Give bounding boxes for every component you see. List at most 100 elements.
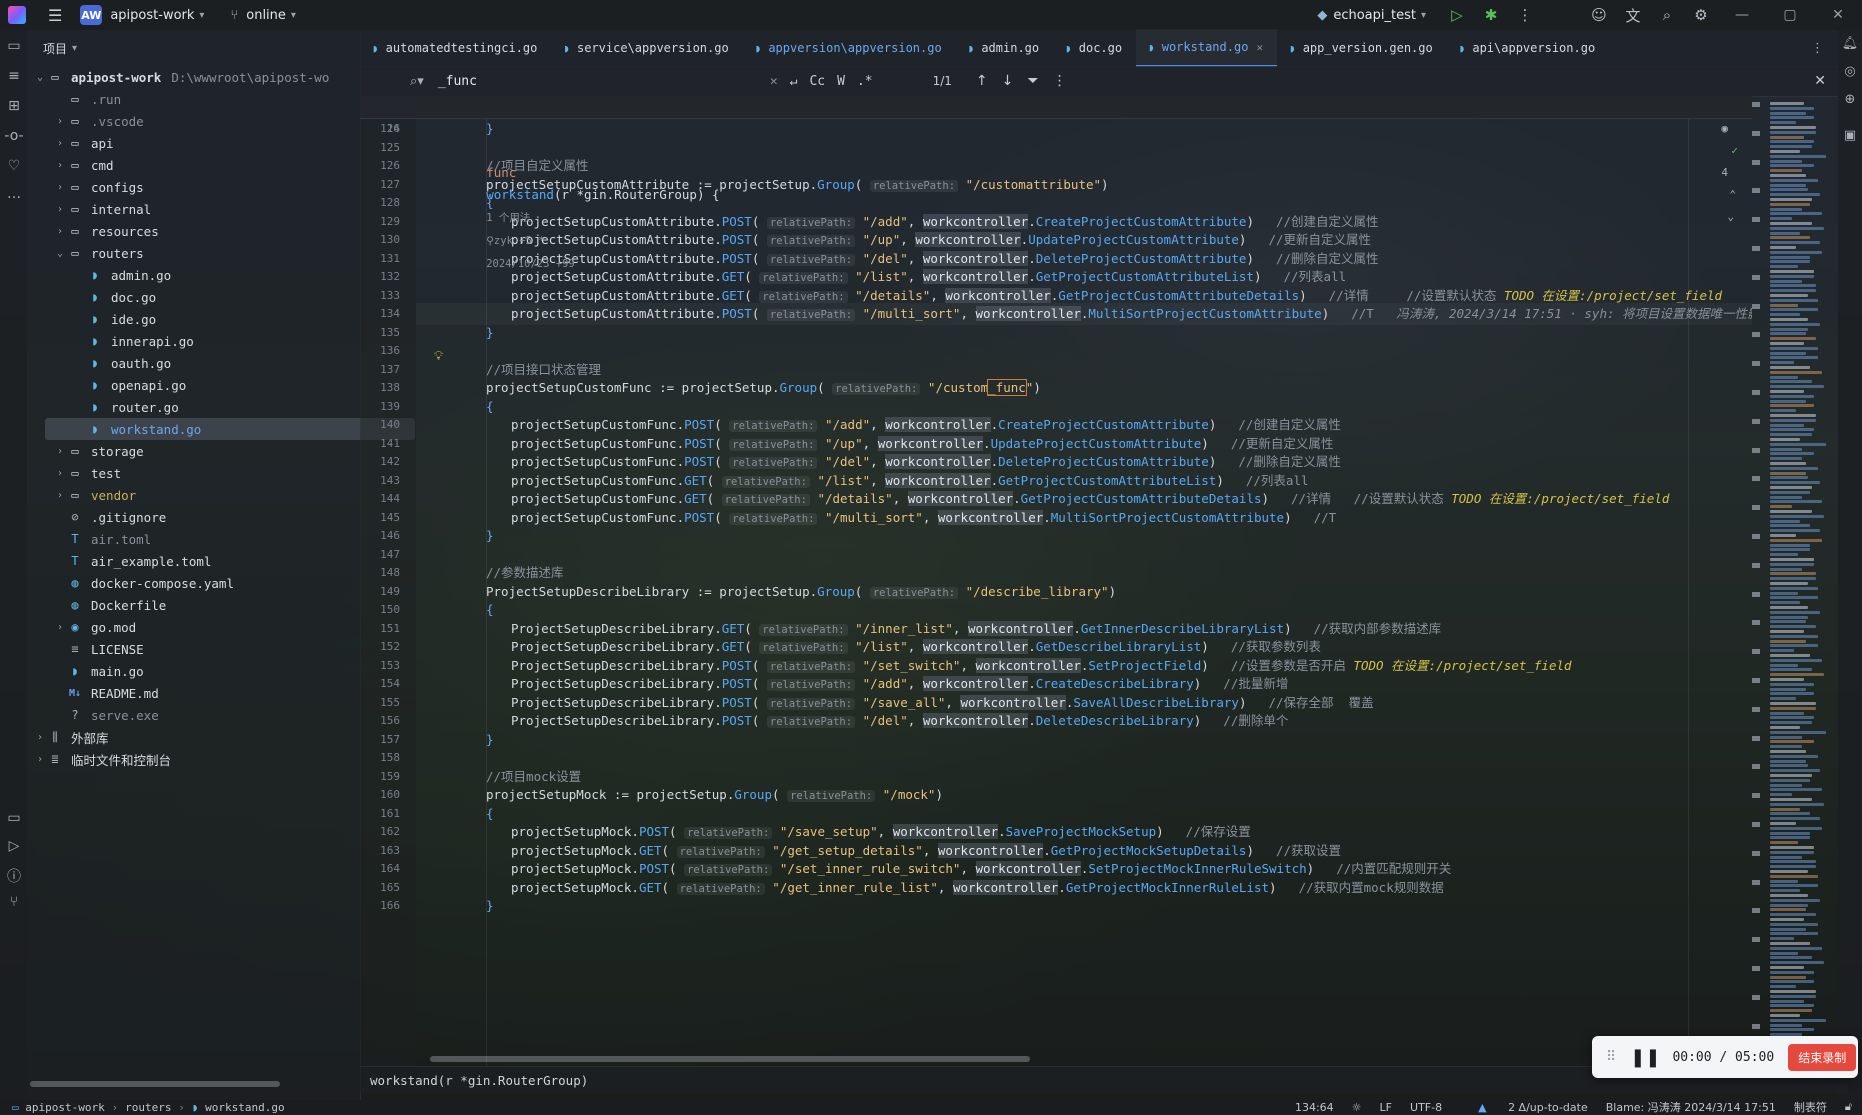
services-icon[interactable]: ▷ xyxy=(3,838,25,854)
terminal-icon[interactable]: ▭ xyxy=(3,810,25,826)
authors-hint[interactable]: zyk +5 * xyxy=(494,235,545,247)
sticky-function-header[interactable]: 16 func workstand(r *gin.RouterGroup) { … xyxy=(360,96,1752,270)
tab-workstand[interactable]: ◗ workstand.go ✕ xyxy=(1136,29,1278,67)
tree-item-internal[interactable]: › ▭ internal xyxy=(27,198,371,220)
newline-icon[interactable]: ↵ xyxy=(790,74,798,89)
project-tool-icon[interactable]: ▭ xyxy=(3,38,25,54)
search-everywhere-icon[interactable]: ⌕ xyxy=(1650,6,1684,24)
notifications-icon[interactable]: 🔔︎ xyxy=(1840,36,1860,51)
search-icon[interactable]: ⌕▾ xyxy=(410,74,424,89)
regex-toggle[interactable]: .* xyxy=(857,74,873,89)
tree-item-go-mod[interactable]: › ◉ go.mod xyxy=(27,616,371,638)
tree-item-main-go[interactable]: ◗ main.go xyxy=(27,660,385,682)
tree-item-run[interactable]: ▭ .run xyxy=(27,88,371,110)
settings-gear-icon[interactable]: ⚙ xyxy=(1684,6,1718,24)
blame-info[interactable]: Blame: 冯涛涛 2024/3/14 17:51 xyxy=(1606,1099,1776,1115)
tree-item-scratches[interactable]: › ≣ 临时文件和控制台 xyxy=(27,748,351,770)
tree-item-router-go[interactable]: ◗ router.go xyxy=(27,396,405,418)
lock-icon[interactable]: 🔓︎ xyxy=(1845,1100,1852,1114)
main-menu-icon[interactable]: ☰ xyxy=(48,6,62,25)
tab-admin[interactable]: ◗ admin.go xyxy=(956,30,1053,66)
project-panel-header[interactable]: 项目 ▾ xyxy=(27,30,360,66)
close-tab-icon[interactable]: ✕ xyxy=(1256,41,1263,54)
problems-icon[interactable]: ⓘ xyxy=(3,866,25,886)
tree-item-gitignore[interactable]: ⊘ .gitignore xyxy=(27,506,385,528)
filter-icon[interactable]: ⏷ xyxy=(1027,73,1038,89)
horizontal-scrollbar[interactable] xyxy=(430,1056,1030,1062)
tree-item-routers[interactable]: ⌄ ▭ routers xyxy=(27,242,371,264)
web-icon[interactable]: ⊕ xyxy=(1840,92,1860,107)
tree-item-root[interactable]: ⌄ ▭ apipost-work D:\wwwroot\apipost-wo xyxy=(27,66,351,88)
tree-item-cmd[interactable]: › ▭ cmd xyxy=(27,154,371,176)
tab-api-appversion[interactable]: ◗ api\appversion.go xyxy=(1447,30,1609,66)
copilot-icon[interactable]: ☼ xyxy=(1352,1101,1362,1114)
stop-recording-button[interactable]: 结束录制 xyxy=(1788,1043,1857,1071)
code-editor[interactable]: 16 func workstand(r *gin.RouterGroup) { … xyxy=(360,96,1752,1066)
search-input[interactable]: _func xyxy=(438,74,758,89)
tab-appversion-appversion[interactable]: ◗ appversion\appversion.go xyxy=(743,30,956,66)
tabs-more-icon[interactable]: ⋮ xyxy=(1811,41,1824,56)
code-minimap[interactable] xyxy=(1752,96,1838,1066)
tree-item-readme[interactable]: M↓ README.md xyxy=(27,682,385,704)
usages-hint[interactable]: 1 个用法 xyxy=(486,212,530,224)
pause-icon[interactable]: ❚❚ xyxy=(1630,1047,1660,1068)
inspections-ok-icon[interactable]: ✓ xyxy=(1731,144,1738,157)
caret-position[interactable]: 134:64 xyxy=(1295,1101,1334,1114)
clear-search-icon[interactable]: ✕ xyxy=(770,74,778,89)
tree-item-vendor[interactable]: › ▭ vendor xyxy=(27,484,371,506)
tab-doc[interactable]: ◗ doc.go xyxy=(1053,30,1136,66)
git-icon[interactable]: ⑂ xyxy=(3,894,25,910)
tree-item-external-libs[interactable]: › ⫼ 外部库 xyxy=(27,726,351,748)
tree-item-doc-go[interactable]: ◗ doc.go xyxy=(27,286,405,308)
vcs-status[interactable]: ▲ 2 Δ/up-to-date xyxy=(1460,1101,1588,1114)
close-window-icon[interactable]: ✕ xyxy=(1814,7,1862,23)
more-tools-icon[interactable]: … xyxy=(3,186,25,202)
preview-icon[interactable]: ▣ xyxy=(1840,128,1860,143)
match-case-toggle[interactable]: Cc xyxy=(809,74,825,89)
reader-mode-icon[interactable]: ◉ xyxy=(1721,122,1728,135)
database-icon[interactable]: ≡ xyxy=(3,68,25,84)
tab-service-appversion[interactable]: ◗ service\appversion.go xyxy=(551,30,742,66)
drag-handle-icon[interactable]: ⠿ xyxy=(1606,1049,1616,1065)
code-line[interactable]: 166} xyxy=(360,895,1752,917)
indent-setting[interactable]: 制表符 xyxy=(1794,1099,1827,1115)
tree-item-resources[interactable]: › ▭ resources xyxy=(27,220,371,242)
tab-app-version-gen[interactable]: ◗ app_version.gen.go xyxy=(1277,30,1447,66)
tree-item-openapi-go[interactable]: ◗ openapi.go xyxy=(27,374,405,396)
tree-item-vscode[interactable]: › ▭ .vscode xyxy=(27,110,371,132)
close-search-icon[interactable]: ✕ xyxy=(1814,73,1826,89)
project-name[interactable]: apipost-work xyxy=(110,8,194,23)
chevron-down-icon[interactable]: ▾ xyxy=(291,10,296,21)
ai-assistant-icon[interactable]: ◎ xyxy=(1840,64,1860,79)
tree-item-air-toml[interactable]: T air.toml xyxy=(27,528,385,550)
tree-item-api[interactable]: › ▭ api xyxy=(27,132,371,154)
tree-item-docker-compose[interactable]: ◍ docker-compose.yaml xyxy=(27,572,385,594)
chevron-down-icon[interactable]: ▾ xyxy=(199,10,204,21)
commit-icon[interactable]: -o- xyxy=(3,128,25,144)
maximize-icon[interactable]: ▢ xyxy=(1766,7,1814,23)
previous-match-icon[interactable]: ↑ xyxy=(976,73,988,89)
branch-name[interactable]: online xyxy=(246,8,286,23)
tree-item-admin-go[interactable]: ◗ admin.go xyxy=(27,264,405,286)
next-highlight-icon[interactable]: ⌄ xyxy=(1727,210,1734,223)
prev-highlight-icon[interactable]: ⌃ xyxy=(1729,188,1736,201)
status-crumb-file[interactable]: ◗ workstand.go xyxy=(192,1101,285,1114)
tree-item-ide-go[interactable]: ◗ ide.go xyxy=(27,308,405,330)
tree-item-storage[interactable]: › ▭ storage xyxy=(27,440,371,462)
tree-item-innerapi-go[interactable]: ◗ innerapi.go xyxy=(27,330,405,352)
run-configuration[interactable]: ◆ echoapi_test ▾ xyxy=(1317,8,1426,23)
whole-word-toggle[interactable]: W xyxy=(837,74,845,89)
tab-automatedtestingci[interactable]: ◗ automatedtestingci.go xyxy=(360,30,551,66)
run-icon[interactable]: ▷ xyxy=(1440,6,1474,24)
tree-item-configs[interactable]: › ▭ configs xyxy=(27,176,371,198)
structure-icon[interactable]: ⊞ xyxy=(3,98,25,114)
tree-item-dockerfile[interactable]: ◍ Dockerfile xyxy=(27,594,385,616)
minimize-icon[interactable]: — xyxy=(1718,7,1766,23)
lightbulb-icon[interactable]: 💡︎ xyxy=(434,349,443,364)
breadcrumb-function[interactable]: workstand(r *gin.RouterGroup) xyxy=(370,1073,588,1088)
tree-item-test[interactable]: › ▭ test xyxy=(27,462,371,484)
bookmark-icon[interactable]: ♡ xyxy=(3,158,25,174)
status-crumb-project[interactable]: ▭ apipost-work xyxy=(12,1101,105,1114)
tree-item-license[interactable]: ≡ LICENSE xyxy=(27,638,385,660)
account-icon[interactable]: ☺ xyxy=(1582,6,1616,24)
